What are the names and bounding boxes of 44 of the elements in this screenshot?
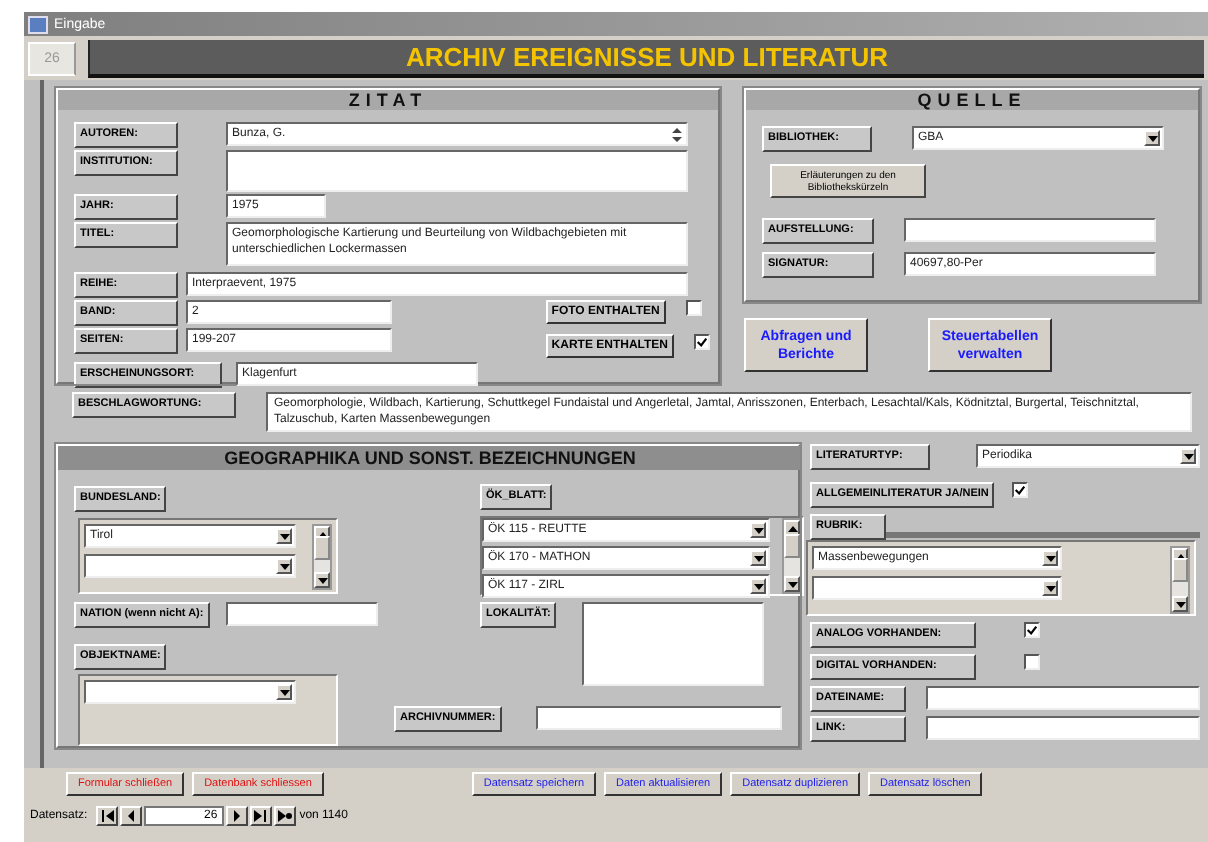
text-field[interactable] [904,218,1156,242]
panel-header: QUELLE [746,90,1198,110]
dropdown-arrow-icon[interactable] [1144,130,1160,146]
previous-record-button[interactable] [119,806,142,826]
scroll-bar[interactable] [1170,546,1190,614]
checkbox[interactable] [1024,654,1040,670]
text-field[interactable] [926,686,1200,710]
text-field[interactable] [535,706,782,730]
checkbox[interactable] [694,334,710,350]
dropdown-arrow-icon[interactable] [1042,580,1058,596]
last-record-icon [253,810,268,822]
last-record-button[interactable] [249,806,272,826]
first-record-button[interactable] [95,806,118,826]
spin-arrows-icon[interactable] [670,126,684,144]
dropdown-arrow-icon[interactable] [276,684,292,700]
combo-box[interactable] [812,576,1062,600]
combo-box[interactable] [84,554,296,578]
scroll-bar[interactable] [782,518,802,594]
text-field[interactable] [226,150,688,192]
dropdown-arrow-icon[interactable] [1042,550,1058,566]
dropdown-arrow-icon[interactable] [750,522,766,538]
dropdown-arrow-icon[interactable] [276,528,292,544]
dropdown-arrow-icon[interactable] [750,550,766,566]
checkbox[interactable] [685,300,702,316]
combo-box[interactable] [84,680,296,704]
scroll-bar[interactable] [312,524,332,590]
next-record-icon [229,810,244,822]
previous-record-icon [123,810,138,822]
text-field[interactable] [582,602,765,686]
first-record-icon [99,810,114,822]
form-icon [28,15,48,33]
form-title: ARCHIV EREIGNISSE UND LITERATUR [88,39,1204,77]
text-field[interactable] [225,602,378,626]
checkbox[interactable] [1024,622,1040,638]
next-record-button[interactable] [225,806,248,826]
panel-header: GEOGRAPHIKA UND SONST. BEZEICHNUNGEN [58,446,802,470]
dropdown-arrow-icon[interactable] [1180,448,1196,464]
panel-header: ZITAT [58,90,718,110]
new-record-button[interactable] [273,806,296,826]
dropdown-arrow-icon[interactable] [750,578,766,594]
dropdown-arrow-icon[interactable] [276,558,292,574]
new-record-icon [277,810,292,822]
text-field[interactable] [926,716,1200,740]
checkbox[interactable] [1012,482,1029,498]
